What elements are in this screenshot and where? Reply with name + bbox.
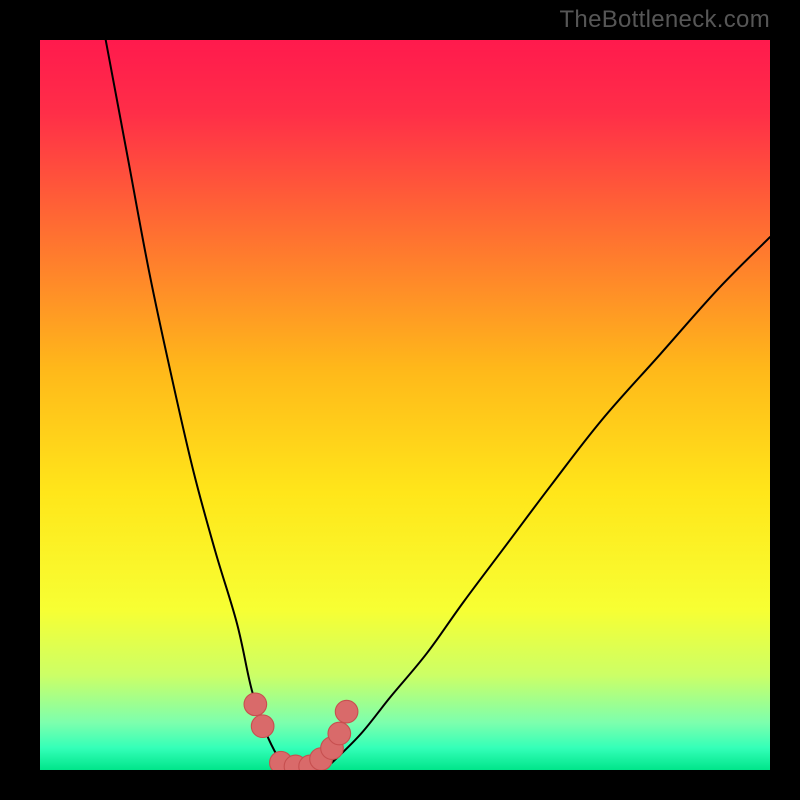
chart-frame: TheBottleneck.com [0,0,800,800]
marker-group [244,693,358,770]
right-branch-curve [332,237,770,763]
curve-layer [40,40,770,770]
data-marker [335,700,358,723]
plot-area [40,40,770,770]
watermark-text: TheBottleneck.com [559,6,770,34]
data-marker [244,693,267,716]
data-marker [251,715,274,738]
data-marker [328,722,351,745]
left-branch-curve [106,40,281,763]
